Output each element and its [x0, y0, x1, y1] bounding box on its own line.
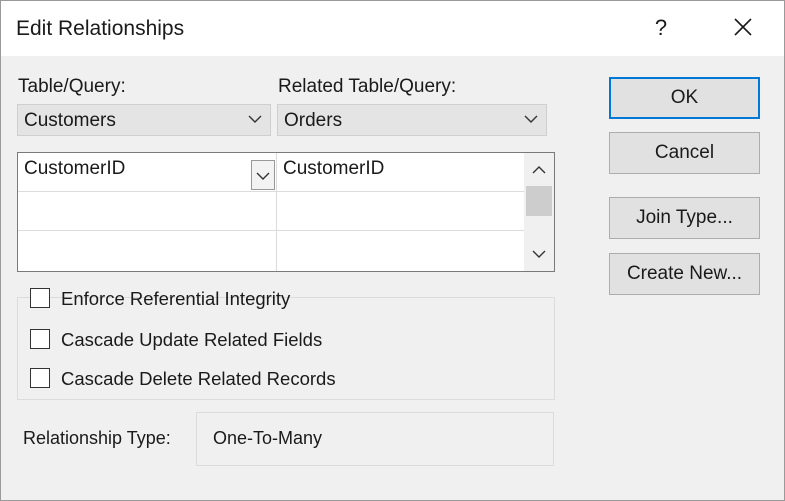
chevron-down-icon[interactable]: [532, 249, 546, 259]
chevron-down-icon: [524, 115, 538, 123]
grid-cell-left[interactable]: [18, 192, 277, 231]
grid-cell-right[interactable]: [277, 192, 524, 231]
chevron-down-icon: [256, 172, 270, 180]
grid-cell-right[interactable]: CustomerID: [277, 153, 524, 192]
related-table-query-select[interactable]: Orders: [277, 104, 547, 136]
enforce-integrity-label: Enforce Referential Integrity: [61, 288, 291, 309]
close-icon: [734, 18, 752, 36]
relationship-type-value-box: One-To-Many: [196, 412, 554, 466]
table-query-select[interactable]: Customers: [17, 104, 271, 136]
chevron-up-icon[interactable]: [532, 165, 546, 175]
grid-cell-left[interactable]: CustomerID: [18, 153, 277, 192]
scrollbar-thumb[interactable]: [526, 186, 552, 216]
grid-cell-right[interactable]: [277, 231, 524, 271]
grid-cell-left[interactable]: [18, 231, 277, 271]
close-button[interactable]: [726, 13, 760, 43]
related-table-query-value: Orders: [284, 110, 343, 131]
cascade-update-label: Cascade Update Related Fields: [61, 329, 323, 350]
relationship-type-value: One-To-Many: [213, 428, 323, 448]
grid-cell-right-text: CustomerID: [283, 158, 385, 179]
related-table-query-label: Related Table/Query:: [278, 76, 457, 97]
dialog-title: Edit Relationships: [16, 17, 185, 40]
grid-scrollbar[interactable]: [524, 153, 554, 271]
table-query-value: Customers: [24, 110, 116, 131]
table-query-label: Table/Query:: [18, 76, 126, 97]
grid-cell-left-text: CustomerID: [24, 158, 126, 179]
edit-relationships-dialog: Edit Relationships ? Table/Query: Custom…: [0, 0, 785, 501]
help-button[interactable]: ?: [646, 13, 676, 43]
create-new-button[interactable]: Create New...: [609, 253, 760, 295]
field-mapping-grid: CustomerID CustomerID: [17, 152, 555, 272]
field-dropdown-button[interactable]: [251, 160, 275, 190]
relationship-type-label: Relationship Type:: [23, 428, 171, 448]
cascade-delete-label: Cascade Delete Related Records: [61, 368, 336, 389]
checkbox-box[interactable]: [30, 368, 50, 388]
join-type-button[interactable]: Join Type...: [609, 197, 760, 239]
cancel-button[interactable]: Cancel: [609, 132, 760, 174]
title-bar: Edit Relationships ?: [1, 1, 784, 56]
checkbox-box[interactable]: [30, 329, 50, 349]
chevron-down-icon: [248, 115, 262, 123]
checkbox-box[interactable]: [30, 288, 50, 308]
ok-button[interactable]: OK: [609, 77, 760, 119]
